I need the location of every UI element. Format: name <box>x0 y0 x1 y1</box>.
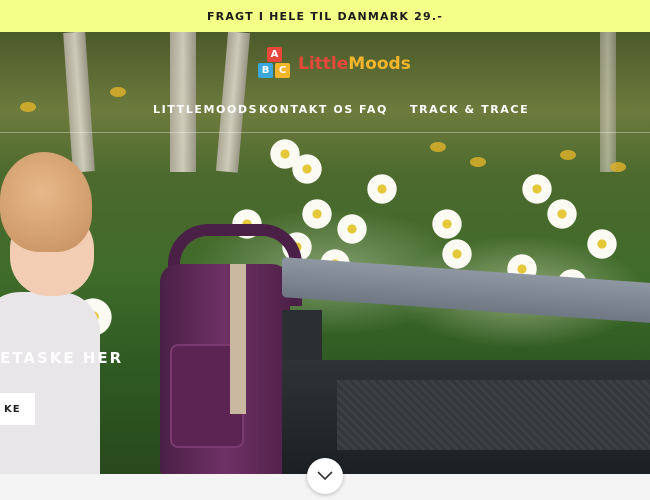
nav-item-track-trace[interactable]: TRACK & TRACE <box>410 103 529 116</box>
yellow-flower <box>560 150 576 160</box>
white-flower <box>520 172 554 206</box>
white-flower <box>430 207 464 241</box>
logo-block-b: B <box>258 63 273 78</box>
child-hair <box>0 152 92 252</box>
main-nav: LITTLEMOODS KONTAKT OS FAQ TRACK & TRACE <box>0 103 650 123</box>
tray-mat <box>337 380 650 450</box>
child-photo <box>0 152 120 474</box>
hero-section: A B C LittleMoods LITTLEMOODS KONTAKT OS… <box>0 32 650 474</box>
white-flower <box>440 237 474 271</box>
hero-headline: ETASKE HER <box>0 349 124 367</box>
logo-text-part: Little <box>298 54 349 74</box>
yellow-flower <box>470 157 486 167</box>
logo-blocks-icon: A B C <box>258 47 292 81</box>
logo-block-a: A <box>267 47 282 62</box>
announcement-text: FRAGT I HELE TIL DANMARK 29.- <box>206 9 444 23</box>
white-flower <box>545 197 579 231</box>
nav-divider <box>0 132 650 133</box>
white-flower <box>300 197 334 231</box>
white-flower <box>290 152 324 186</box>
hero-cta-button[interactable]: KE <box>0 393 35 425</box>
white-flower <box>585 227 619 261</box>
announcement-bar: FRAGT I HELE TIL DANMARK 29.- <box>0 0 650 32</box>
diaper-bag-image <box>150 224 302 474</box>
nav-item-faq[interactable]: FAQ <box>359 103 388 116</box>
chevron-down-icon <box>317 471 333 481</box>
nav-item-littlemoods[interactable]: LITTLEMOODS <box>153 103 258 116</box>
scroll-down-button[interactable] <box>307 458 343 494</box>
yellow-flower <box>110 87 126 97</box>
bag-strap <box>230 264 246 414</box>
child-body <box>0 292 100 474</box>
logo-block-c: C <box>275 63 290 78</box>
tree-trunk <box>170 32 196 172</box>
logo-text-part: Moods <box>348 54 411 74</box>
white-flower <box>335 212 369 246</box>
yellow-flower <box>610 162 626 172</box>
changing-tray-image <box>282 257 650 474</box>
site-logo[interactable]: A B C LittleMoods <box>258 47 411 81</box>
hero-cta-label: KE <box>4 403 21 415</box>
nav-item-kontakt-os[interactable]: KONTAKT OS <box>259 103 354 116</box>
logo-text: LittleMoods <box>298 54 411 74</box>
white-flower <box>365 172 399 206</box>
yellow-flower <box>430 142 446 152</box>
tree-trunk <box>600 32 616 172</box>
